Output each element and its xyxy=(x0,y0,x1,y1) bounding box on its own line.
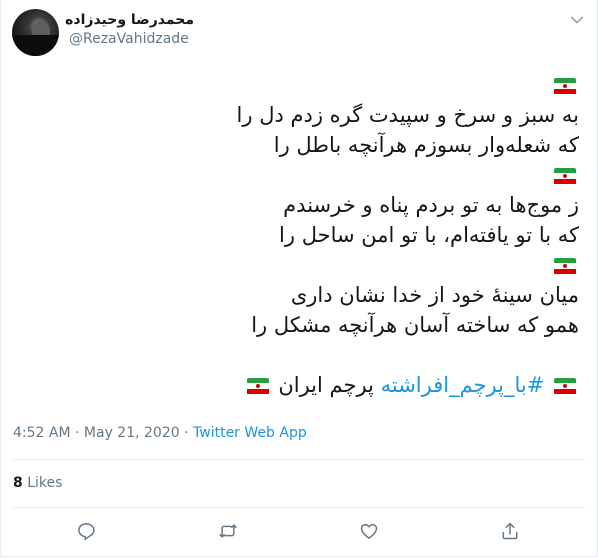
avatar-shade xyxy=(12,34,59,56)
like-button[interactable] xyxy=(359,521,381,543)
reply-icon xyxy=(76,523,96,545)
hashtag-tail-text: پرچم ایران xyxy=(278,373,374,397)
avatar[interactable] xyxy=(12,9,59,56)
retweet-icon xyxy=(218,524,238,545)
hashtag-link[interactable]: #با_پرچم_افراشته xyxy=(381,373,545,397)
flag-line xyxy=(19,70,579,100)
heart-icon xyxy=(359,523,379,545)
share-button[interactable] xyxy=(500,521,522,543)
author-handle[interactable]: @RezaVahidzade xyxy=(69,31,189,47)
tweet-line: همو که ساخته آسان هرآنچه مشکل را xyxy=(251,313,579,337)
meta-separator: · xyxy=(184,425,189,441)
hashtag-line: #با_پرچم_افراشته پرچم ایران xyxy=(19,370,579,400)
chevron-down-icon[interactable] xyxy=(569,12,585,28)
tweet-line: که شعله‌وار بسوزم هرآنچه باطل را xyxy=(273,133,579,157)
likes-stat[interactable]: 8 Likes xyxy=(13,475,62,491)
iran-flag-icon xyxy=(554,257,576,275)
likes-label: Likes xyxy=(27,475,63,491)
tweet-line: که با تو یافته‌ام، با تو امن ساحل را xyxy=(279,223,579,247)
meta-separator: · xyxy=(75,425,80,441)
tweet-source-link[interactable]: Twitter Web App xyxy=(193,425,307,441)
tweet-date[interactable]: May 21, 2020 xyxy=(84,425,180,441)
tweet-text: به سبز و سرخ و سپیدت گره زدم دل را که شع… xyxy=(19,70,579,400)
tweet-card: محمدرضا وحیدزاده @RezaVahidzade به سبز و… xyxy=(0,0,598,557)
iran-flag-icon xyxy=(554,167,576,185)
iran-flag-icon xyxy=(246,377,269,395)
tweet-line: میان سینهٔ خود از خدا نشان داری xyxy=(290,283,579,307)
divider xyxy=(13,459,585,460)
tweet-line: به سبز و سرخ و سپیدت گره زدم دل را xyxy=(236,103,579,127)
share-icon xyxy=(500,522,520,545)
flag-line xyxy=(19,250,579,280)
reply-button[interactable] xyxy=(76,521,98,543)
iran-flag-icon xyxy=(554,77,576,95)
likes-count: 8 xyxy=(13,475,23,491)
tweet-meta: 4:52 AM · May 21, 2020 · Twitter Web App xyxy=(13,425,307,441)
tweet-time[interactable]: 4:52 AM xyxy=(13,425,71,441)
retweet-button[interactable] xyxy=(218,521,240,543)
author-name[interactable]: محمدرضا وحیدزاده xyxy=(65,12,194,28)
iran-flag-icon xyxy=(554,377,576,395)
flag-line xyxy=(19,160,579,190)
divider xyxy=(13,507,585,508)
tweet-line: ز موج‌ها به تو بردم پناه و خرسندم xyxy=(283,193,579,217)
